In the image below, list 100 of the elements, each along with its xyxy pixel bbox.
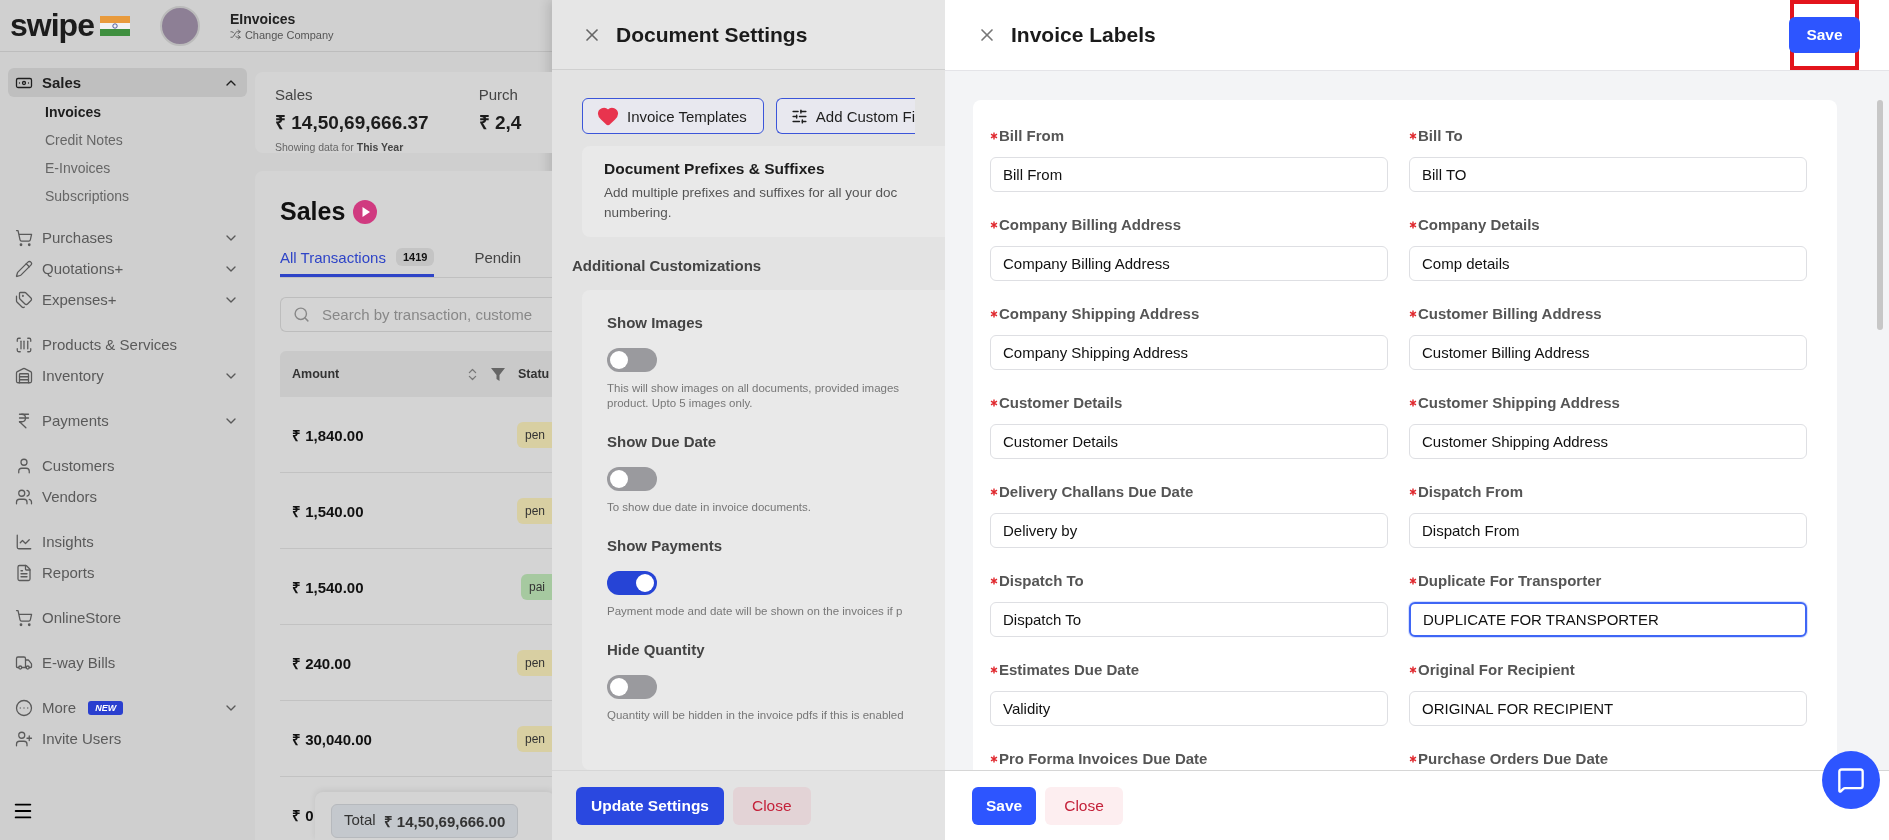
sidebar-item[interactable]: Sales — [8, 68, 247, 97]
sidebar-item[interactable]: Invite Users — [8, 724, 247, 753]
brand-logo: swipe — [10, 7, 94, 44]
column-header: Statu — [518, 367, 550, 381]
status-badge: pai — [521, 573, 552, 600]
pencil-icon — [15, 259, 33, 278]
toggle-switch[interactable] — [607, 467, 657, 491]
prefix-card[interactable]: Document Prefixes & Suffixes Add multiple prefixes and suffixes for all your doc numbering. — [582, 146, 945, 237]
sidebar-subitem[interactable]: Invoices — [8, 99, 247, 125]
sidebar-item[interactable]: Vendors — [8, 482, 247, 511]
field-label: Company Billing Address — [990, 216, 1388, 233]
label-input[interactable]: Company Shipping Address — [990, 335, 1388, 370]
close-button[interactable]: Close — [1045, 786, 1123, 825]
chat-icon — [1837, 766, 1865, 794]
label-input[interactable]: Customer Details — [990, 424, 1388, 459]
scrollbar-thumb[interactable] — [1877, 100, 1883, 330]
toggle-description: product. Upto 5 images only. — [607, 396, 754, 411]
field-label: Original For Recipient — [1409, 661, 1807, 678]
sidebar-item[interactable]: Expenses+ — [8, 285, 247, 314]
required-icon — [990, 309, 998, 318]
field-label: Company Shipping Address — [990, 305, 1388, 322]
field-label: Dispatch To — [990, 572, 1388, 589]
sidebar-subitem[interactable]: Credit Notes — [8, 127, 247, 153]
label-input[interactable]: Validity — [990, 691, 1388, 726]
sidebar-item[interactable]: More NEW — [8, 693, 247, 722]
required-icon — [1409, 309, 1417, 318]
card-title: Document Prefixes & Suffixes — [604, 160, 826, 178]
tab[interactable]: All Transactions 1419 — [280, 248, 435, 277]
sidebar-item[interactable]: Customers — [8, 451, 247, 480]
amount-cell-text: ₹ 1,840.00 — [292, 425, 364, 445]
stat-label: Purch — [478, 86, 519, 103]
field-label: Purchase Orders Due Date — [1409, 750, 1807, 767]
amount-cell-text: ₹ 1,540.00 — [292, 501, 364, 521]
sidebar-item[interactable]: Quotations+ — [8, 254, 247, 283]
label-input[interactable]: Company Billing Address — [990, 246, 1388, 281]
toggle-description: This will show images on all documents, provided images — [607, 381, 901, 396]
required-icon — [1409, 131, 1417, 140]
tab[interactable]: Pendin — [474, 248, 522, 277]
count-badge: 1419 — [395, 248, 435, 266]
save-button[interactable]: Save — [972, 786, 1037, 825]
sidebar-subitem[interactable]: Subscriptions — [8, 183, 247, 209]
label-input[interactable]: Customer Shipping Address — [1409, 424, 1807, 459]
drawer-title: Invoice Labels — [1011, 23, 1156, 47]
cart-icon — [15, 228, 33, 247]
label-input[interactable]: Delivery by — [990, 513, 1388, 548]
required-icon — [1409, 576, 1417, 585]
sidebar-item[interactable]: OnlineStore — [8, 603, 247, 632]
sidebar-item[interactable]: Products & Services — [8, 330, 247, 359]
close-button[interactable]: Close — [733, 786, 811, 825]
required-icon — [990, 487, 998, 496]
field-label: Delivery Challans Due Date — [990, 483, 1388, 500]
sidebar-item[interactable]: Inventory — [8, 361, 247, 390]
truck-icon — [15, 653, 33, 672]
label-input[interactable]: DUPLICATE FOR TRANSPORTER — [1409, 602, 1807, 637]
toggle-description: Payment mode and date will be shown on the invoices if p — [607, 604, 904, 619]
label-input[interactable]: Dispatch To — [990, 602, 1388, 637]
save-button[interactable]: Save — [1789, 17, 1860, 53]
ellipsis-icon — [15, 698, 33, 717]
field-label: Pro Forma Invoices Due Date — [990, 750, 1388, 767]
amount-cell-text: ₹ 30,040.00 — [292, 729, 372, 749]
required-icon — [1409, 754, 1417, 763]
label-input[interactable]: ORIGINAL FOR RECIPIENT — [1409, 691, 1807, 726]
amount-cell-text: ₹ 0 — [292, 805, 314, 825]
required-icon — [990, 220, 998, 229]
sidebar-item[interactable]: Insights — [8, 527, 247, 556]
field-label: Dispatch From — [1409, 483, 1807, 500]
label-input[interactable]: Bill From — [990, 157, 1388, 192]
label-input[interactable]: Dispatch From — [1409, 513, 1807, 548]
toggle-switch[interactable] — [607, 571, 657, 595]
status-badge: pen — [516, 725, 552, 752]
custom-fields-button[interactable]: Add Custom Fi — [775, 98, 915, 134]
filter-icon[interactable] — [490, 366, 506, 382]
chart-icon — [15, 532, 33, 551]
sidebar-item[interactable]: Reports — [8, 558, 247, 587]
templates-button[interactable]: Invoice Templates — [582, 98, 764, 134]
amount-cell-text: ₹ 1,540.00 — [292, 577, 364, 597]
sidebar-item[interactable]: Purchases — [8, 223, 247, 252]
update-settings-button[interactable]: Update Settings — [576, 786, 724, 825]
warehouse-icon — [15, 366, 33, 385]
required-icon — [1409, 220, 1417, 229]
label-input[interactable]: Comp details — [1409, 246, 1807, 281]
label-input[interactable]: Bill TO — [1409, 157, 1807, 192]
toggle-label: Show Payments — [607, 537, 724, 554]
cart-icon — [15, 608, 33, 627]
description-line: numbering. — [604, 204, 673, 222]
toggle-label: Show Due Date — [607, 433, 718, 450]
document-icon — [15, 563, 33, 582]
search-icon — [293, 306, 310, 323]
label-input[interactable]: Customer Billing Address — [1409, 335, 1807, 370]
change-company-link[interactable]: Change Company — [229, 28, 334, 41]
users-icon — [15, 487, 33, 506]
sidebar-subitem[interactable]: E-Invoices — [8, 155, 247, 181]
play-icon[interactable] — [353, 199, 378, 224]
toggle-switch[interactable] — [607, 675, 657, 699]
required-icon — [1409, 665, 1417, 674]
flag-icon — [99, 15, 130, 36]
toggle-switch[interactable] — [607, 348, 657, 372]
toggle-description: Quantity will be hidden in the invoice pdfs if this is enabled — [607, 708, 905, 723]
sidebar-item[interactable]: E-way Bills — [8, 648, 247, 677]
sidebar-item[interactable]: Payments — [8, 406, 247, 435]
